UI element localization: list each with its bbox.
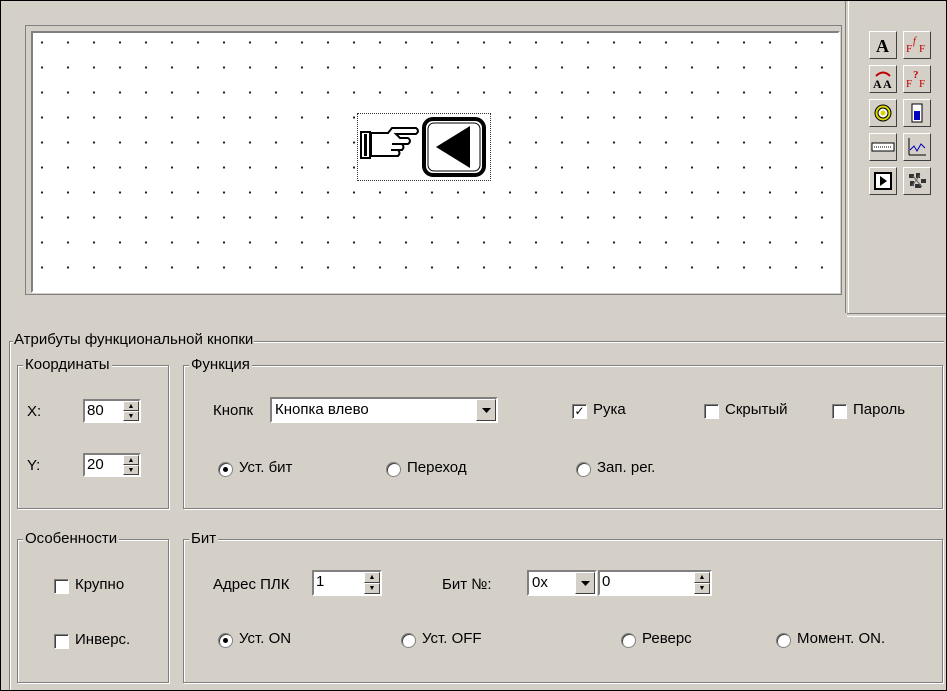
hidden-checkbox[interactable] (704, 404, 719, 419)
svg-text:F: F (906, 78, 912, 90)
x-spinner[interactable]: 80 ▲ ▼ (83, 399, 141, 423)
svg-text:A: A (876, 36, 889, 55)
large-checkbox[interactable] (54, 579, 69, 594)
toolbar-separator (845, 1, 849, 313)
window: A FfF AA F? F Атрибуты функциональной кно… (0, 0, 947, 691)
set-bit-radio[interactable] (218, 462, 233, 477)
features-group (17, 539, 169, 683)
y-value: 20 (87, 456, 104, 473)
x-value: 80 (87, 402, 104, 419)
svg-text:A: A (883, 77, 892, 90)
plc-address-value: 1 (316, 573, 325, 590)
svg-text:F: F (906, 43, 912, 55)
bit-prefix-select[interactable]: 0x (527, 570, 597, 596)
momentary-on-label: Момент. ON. (797, 630, 886, 647)
password-checkbox[interactable] (832, 404, 847, 419)
reverse-radio[interactable] (621, 633, 636, 648)
set-on-label: Уст. ON (239, 630, 292, 647)
toolbar-bottom-separator (847, 313, 946, 317)
spin-up-icon[interactable]: ▲ (364, 572, 380, 583)
write-reg-label: Зап. рег. (597, 459, 656, 476)
numeric-display-icon[interactable] (869, 133, 897, 161)
invert-label: Инверс. (75, 631, 131, 648)
button-type-label: Кнопк (213, 402, 254, 419)
bit-prefix-value: 0x (532, 574, 548, 591)
font-tool-icon[interactable]: FfF (903, 31, 931, 59)
svg-text:F: F (919, 43, 925, 55)
set-bit-label: Уст. бит (239, 459, 293, 476)
coords-group (17, 365, 169, 509)
plc-address-label: Адрес ПЛК (213, 576, 290, 593)
spin-down-icon[interactable]: ▼ (694, 583, 710, 594)
trend-chart-icon[interactable] (903, 133, 931, 161)
hand-checkbox[interactable]: ✓ (572, 404, 587, 419)
set-off-label: Уст. OFF (422, 630, 482, 647)
chevron-down-icon[interactable] (476, 399, 496, 421)
function-group (183, 365, 943, 509)
spin-up-icon[interactable]: ▲ (123, 455, 139, 465)
y-label: Y: (27, 457, 41, 474)
hand-pointer-icon (360, 117, 486, 177)
svg-text:?: ? (913, 69, 919, 81)
text-swap-icon[interactable]: AA (869, 65, 897, 93)
spin-down-icon[interactable]: ▼ (123, 411, 139, 421)
plc-address-spinner[interactable]: 1 ▲ ▼ (312, 570, 382, 596)
lamp-icon[interactable] (869, 99, 897, 127)
bit-legend: Бит (189, 530, 219, 548)
text-tool-icon[interactable]: A (869, 31, 897, 59)
password-label: Пароль (853, 401, 906, 418)
write-reg-radio[interactable] (576, 462, 591, 477)
goto-label: Переход (407, 459, 467, 476)
attributes-title: Атрибуты функциональной кнопки (13, 331, 255, 349)
bit-number-value: 0 (602, 573, 611, 590)
spin-down-icon[interactable]: ▼ (123, 465, 139, 475)
button-type-value: Кнопка влево (275, 401, 369, 418)
button-type-select[interactable]: Кнопка влево (270, 397, 498, 423)
spin-up-icon[interactable]: ▲ (694, 572, 710, 583)
hand-label: Рука (593, 401, 626, 418)
multi-state-icon[interactable] (903, 167, 931, 195)
svg-text:F: F (919, 78, 925, 90)
function-button-icon[interactable] (869, 167, 897, 195)
spin-down-icon[interactable]: ▼ (364, 583, 380, 594)
large-label: Крупно (75, 576, 125, 593)
spin-up-icon[interactable]: ▲ (123, 401, 139, 411)
hidden-label: Скрытый (725, 401, 788, 418)
function-legend: Функция (189, 356, 252, 374)
invert-checkbox[interactable] (54, 634, 69, 649)
features-legend: Особенности (23, 530, 120, 548)
set-off-radio[interactable] (401, 633, 416, 648)
selected-function-button[interactable] (357, 113, 491, 181)
bit-number-label: Бит №: (442, 576, 492, 593)
y-spinner[interactable]: 20 ▲ ▼ (83, 453, 141, 477)
svg-text:f: f (913, 36, 917, 47)
bit-number-spinner[interactable]: 0 ▲ ▼ (598, 570, 712, 596)
set-on-radio[interactable] (218, 633, 233, 648)
goto-radio[interactable] (386, 462, 401, 477)
font-variable-icon[interactable]: F? F (903, 65, 931, 93)
reverse-label: Реверс (642, 630, 692, 647)
svg-text:A: A (873, 77, 882, 90)
chevron-down-icon[interactable] (575, 572, 595, 594)
momentary-on-radio[interactable] (776, 633, 791, 648)
bit-switch-icon[interactable] (903, 99, 931, 127)
coords-legend: Координаты (23, 356, 112, 374)
x-label: X: (27, 403, 42, 420)
bit-group (183, 539, 943, 683)
